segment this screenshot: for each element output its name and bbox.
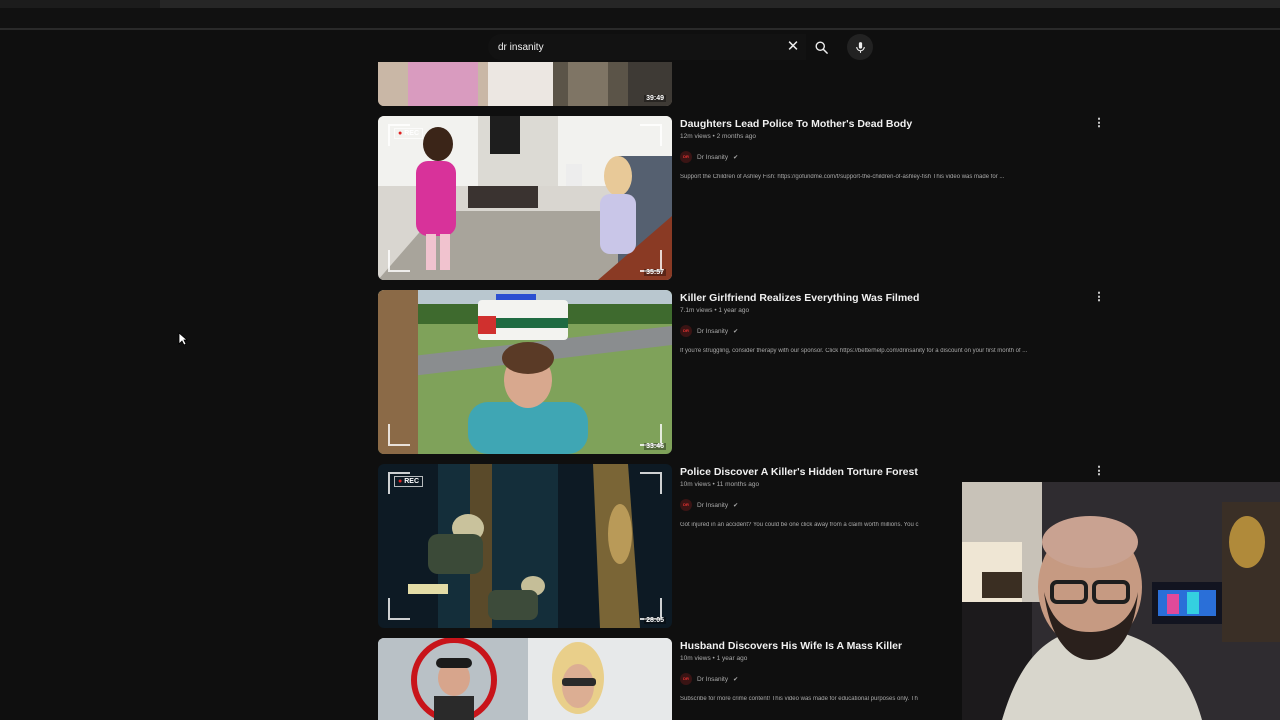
channel-name: Dr Insanity [697,501,729,509]
video-duration: 28:05 [644,617,666,624]
search-input[interactable] [498,39,758,55]
channel-name: Dr Insanity [697,327,729,335]
clear-search-button[interactable]: ✕ [784,37,802,57]
video-thumbnail[interactable] [378,638,672,720]
rec-indicator: REC [394,476,424,487]
search-button[interactable] [806,34,836,60]
channel-avatar: DR [680,151,692,163]
thumbnail-image [378,290,672,454]
voice-search-button[interactable] [847,34,873,60]
channel-avatar: DR [680,499,692,511]
video-thumbnail-partial[interactable]: 39:49 [378,62,672,106]
more-options-button[interactable]: ⋮ [1093,290,1105,304]
video-duration: 35:57 [644,269,666,276]
webcam-overlay [962,482,1280,720]
search-icon [815,41,828,54]
video-title[interactable]: Husband Discovers His Wife Is A Mass Kil… [680,640,902,652]
rec-indicator: REC [394,128,424,139]
video-description: If you're struggling, consider therapy w… [680,348,1028,354]
video-thumbnail[interactable]: REC 35:57 [378,116,672,280]
channel-avatar: DR [680,673,692,685]
more-options-button[interactable]: ⋮ [1093,116,1105,130]
camera-frame-corner [640,472,662,494]
channel-avatar: DR [680,325,692,337]
video-duration: 33:46 [644,443,666,450]
channel-link[interactable]: DR Dr Insanity ✔ [680,499,738,511]
verified-icon: ✔ [733,676,739,683]
thumbnail-image [378,62,672,106]
verified-icon: ✔ [733,154,739,161]
browser-tab-bar [0,0,1280,8]
microphone-icon [855,41,865,53]
channel-name: Dr Insanity [697,153,729,161]
channel-link[interactable]: DR Dr Insanity ✔ [680,151,738,163]
camera-frame-corner [388,598,410,620]
thumbnail-image [378,638,672,720]
video-thumbnail[interactable]: REC 28:05 [378,464,672,628]
channel-link[interactable]: DR Dr Insanity ✔ [680,325,738,337]
video-title[interactable]: Daughters Lead Police To Mother's Dead B… [680,118,912,130]
video-thumbnail[interactable]: 33:46 [378,290,672,454]
more-options-button[interactable]: ⋮ [1093,464,1105,478]
channel-name: Dr Insanity [697,675,729,683]
more-vertical-icon: ⋮ [1093,291,1105,303]
verified-icon: ✔ [733,328,739,335]
video-meta: 10m views • 1 year ago [680,655,748,662]
video-description: Subscribe for more crime content! This v… [680,696,918,702]
camera-frame-corner [388,424,410,446]
video-description: Support the Children of Ashley Fish: htt… [680,174,1005,180]
thumbnail-image [378,464,672,628]
video-meta: 7.1m views • 1 year ago [680,307,750,314]
video-meta: 12m views • 2 months ago [680,133,756,140]
browser-tab[interactable] [0,0,160,8]
more-vertical-icon: ⋮ [1093,465,1105,477]
camera-frame-corner [388,250,410,272]
browser-chrome [0,0,1280,30]
verified-icon: ✔ [733,502,739,509]
mouse-cursor-icon [178,332,188,346]
video-title[interactable]: Killer Girlfriend Realizes Everything Wa… [680,292,919,304]
video-meta: 10m views • 11 months ago [680,481,760,488]
video-duration: 39:49 [644,95,666,102]
webcam-image [962,482,1280,720]
channel-link[interactable]: DR Dr Insanity ✔ [680,673,738,685]
video-title[interactable]: Police Discover A Killer's Hidden Tortur… [680,466,918,478]
close-icon: ✕ [786,38,800,55]
camera-frame-corner [640,124,662,146]
video-description: Got injured in an accident? You could be… [680,522,919,528]
thumbnail-image [378,116,672,280]
more-vertical-icon: ⋮ [1093,117,1105,129]
